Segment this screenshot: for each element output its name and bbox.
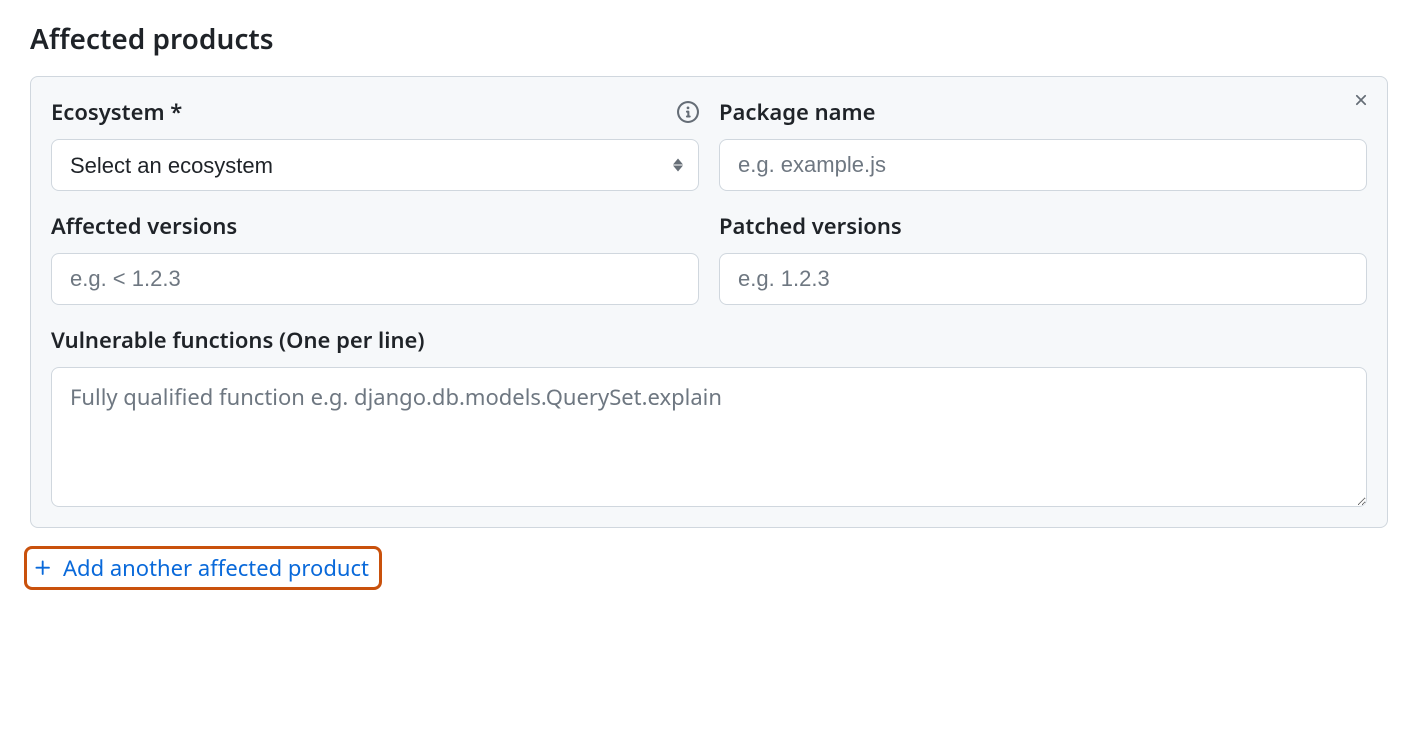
- close-icon: [1352, 91, 1370, 115]
- add-another-highlight: Add another affected product: [24, 546, 382, 590]
- add-another-button[interactable]: Add another affected product: [33, 553, 369, 583]
- affected-versions-input[interactable]: [51, 253, 699, 305]
- ecosystem-label: Ecosystem *: [51, 97, 182, 127]
- affected-product-card: Ecosystem * Select an ecosystem: [30, 76, 1388, 528]
- affected-versions-group: Affected versions: [51, 211, 699, 305]
- info-icon[interactable]: [677, 101, 699, 123]
- patched-versions-label: Patched versions: [719, 211, 902, 241]
- vulnerable-functions-textarea[interactable]: [51, 367, 1367, 507]
- package-name-input[interactable]: [719, 139, 1367, 191]
- patched-versions-group: Patched versions: [719, 211, 1367, 305]
- plus-icon: [33, 558, 53, 578]
- affected-versions-label: Affected versions: [51, 211, 237, 241]
- ecosystem-group: Ecosystem * Select an ecosystem: [51, 97, 699, 191]
- close-button[interactable]: [1349, 91, 1373, 115]
- patched-versions-input[interactable]: [719, 253, 1367, 305]
- section-title: Affected products: [30, 20, 1388, 58]
- ecosystem-select[interactable]: Select an ecosystem: [51, 139, 699, 191]
- add-another-label: Add another affected product: [63, 553, 369, 583]
- vulnerable-functions-label: Vulnerable functions (One per line): [51, 325, 424, 355]
- package-name-group: Package name: [719, 97, 1367, 191]
- vulnerable-functions-group: Vulnerable functions (One per line): [51, 325, 1367, 507]
- package-name-label: Package name: [719, 97, 876, 127]
